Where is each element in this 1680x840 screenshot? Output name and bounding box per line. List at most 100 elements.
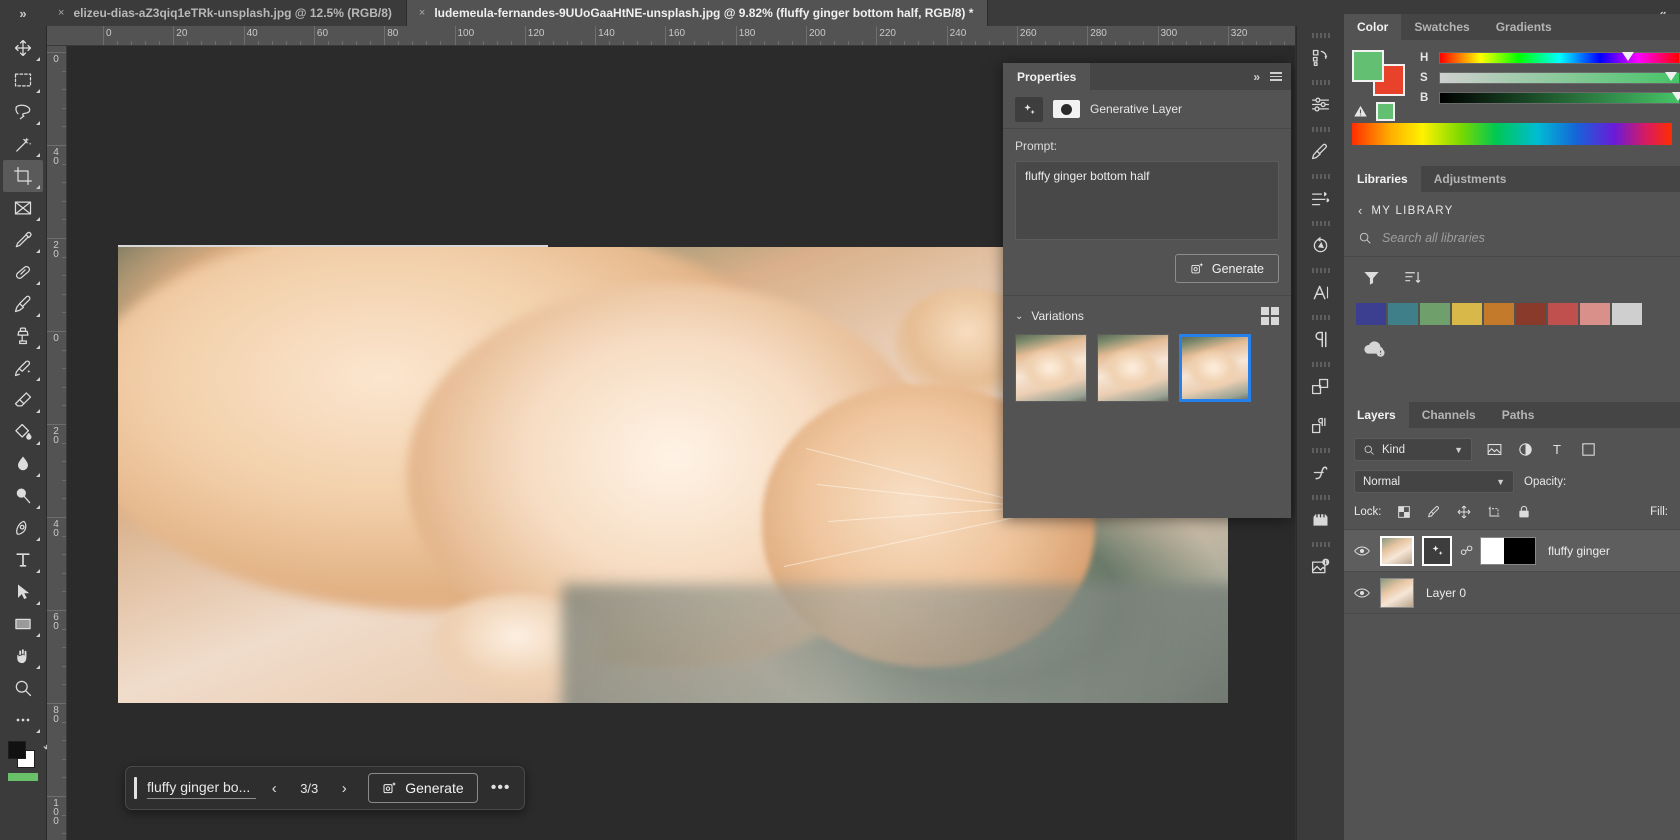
table-row[interactable]: Layer 0 — [1344, 572, 1680, 614]
close-icon[interactable]: × — [58, 7, 64, 19]
adjustment-layer-filter-icon[interactable] — [1517, 441, 1534, 458]
tab-properties[interactable]: Properties — [1003, 63, 1090, 90]
clone-stamp-tool[interactable] — [3, 320, 43, 352]
back-chevron-icon[interactable]: ‹ — [1358, 203, 1362, 218]
history-states-panel-icon[interactable] — [1301, 226, 1341, 265]
filter-icon[interactable] — [1362, 268, 1381, 287]
chevron-down-icon[interactable]: ⌄ — [1015, 311, 1023, 322]
layer-thumbnail[interactable] — [1380, 578, 1414, 608]
healing-brush-tool[interactable] — [3, 256, 43, 288]
document-tab-1[interactable]: × elizeu-dias-aZ3qiq1eTRk-unsplash.jpg @… — [46, 0, 407, 26]
in-gamut-color-swatch[interactable] — [1376, 102, 1395, 121]
prompt-textarea[interactable]: fluffy ginger bottom half — [1015, 161, 1279, 240]
pen-tool[interactable] — [3, 512, 43, 544]
collapse-panel-icon[interactable]: » — [1253, 70, 1260, 84]
contextual-taskbar[interactable]: fluffy ginger bo... ‹ 3/3 › Generate ••• — [125, 766, 525, 810]
frame-tool[interactable] — [3, 192, 43, 224]
link-mask-icon[interactable]: ☍ — [1460, 543, 1472, 559]
history-panel-icon[interactable] — [1301, 38, 1341, 77]
tab-gradients[interactable]: Gradients — [1483, 14, 1565, 40]
table-row[interactable]: ☍ fluffy ginger — [1344, 530, 1680, 572]
character-styles-panel-icon[interactable] — [1301, 367, 1341, 406]
layer-mask-thumbnail[interactable] — [1053, 100, 1080, 118]
hand-tool[interactable] — [3, 640, 43, 672]
lock-transparent-pixels-icon[interactable] — [1396, 504, 1412, 520]
next-variation-button[interactable]: › — [330, 774, 358, 802]
zoom-tool[interactable] — [3, 672, 43, 704]
saturation-slider[interactable] — [1439, 72, 1680, 84]
layer-filter-kind-select[interactable]: Kind ▼ — [1354, 438, 1472, 461]
library-search-input[interactable]: Search all libraries — [1382, 231, 1485, 245]
taskbar-more-button[interactable]: ••• — [486, 773, 516, 803]
expand-panels-left-icon[interactable]: » — [0, 0, 46, 26]
document-tab-2[interactable]: × ludemeula-fernandes-9UUoGaaHtNE-unspla… — [407, 0, 989, 26]
sort-icon[interactable] — [1403, 268, 1422, 287]
library-swatch[interactable] — [1356, 303, 1386, 325]
library-swatch[interactable] — [1580, 303, 1610, 325]
patterns-panel-icon[interactable] — [1301, 500, 1341, 539]
layer-name[interactable]: fluffy ginger — [1548, 544, 1610, 558]
variation-3[interactable] — [1179, 334, 1251, 402]
lock-image-pixels-icon[interactable] — [1426, 504, 1442, 520]
tab-libraries[interactable]: Libraries — [1344, 166, 1421, 192]
blend-mode-select[interactable]: Normal ▼ — [1354, 470, 1514, 493]
glyphs-panel-icon[interactable] — [1301, 453, 1341, 492]
taskbar-generate-button[interactable]: Generate — [368, 773, 477, 803]
brush-settings-panel-icon[interactable] — [1301, 179, 1341, 218]
character-panel-icon[interactable] — [1301, 273, 1341, 312]
quick-mask-indicator[interactable] — [8, 773, 38, 781]
foreground-color-swatch[interactable] — [8, 741, 26, 759]
close-icon[interactable]: × — [419, 7, 425, 19]
color-swatch-pair[interactable] — [1352, 50, 1408, 96]
library-swatch[interactable] — [1612, 303, 1642, 325]
variation-2[interactable] — [1097, 334, 1169, 402]
eraser-tool[interactable] — [3, 384, 43, 416]
path-selection-tool[interactable] — [3, 576, 43, 608]
lock-artboard-nesting-icon[interactable] — [1486, 504, 1502, 520]
layer-visibility-toggle[interactable] — [1352, 587, 1372, 599]
library-swatch[interactable] — [1548, 303, 1578, 325]
tab-adjustments[interactable]: Adjustments — [1421, 166, 1520, 192]
rectangle-tool[interactable] — [3, 608, 43, 640]
lock-all-icon[interactable] — [1516, 504, 1532, 520]
layer-mask-thumbnail[interactable] — [1480, 537, 1536, 565]
panel-menu-icon[interactable] — [1270, 72, 1282, 81]
gradient-tool[interactable] — [3, 416, 43, 448]
vertical-ruler[interactable]: 04020020406080100 — [47, 46, 67, 840]
variations-header[interactable]: ⌄ Variations — [1003, 296, 1291, 334]
chevron-down-icon[interactable]: ▼ — [1496, 477, 1505, 487]
type-layer-filter-icon[interactable]: T — [1548, 441, 1566, 459]
brush-tool[interactable] — [3, 288, 43, 320]
paragraph-panel-icon[interactable] — [1301, 320, 1341, 359]
library-swatch[interactable] — [1420, 303, 1450, 325]
library-breadcrumb[interactable]: ‹ MY LIBRARY — [1344, 192, 1680, 218]
shape-layer-filter-icon[interactable] — [1580, 441, 1597, 458]
color-spectrum-bar[interactable] — [1352, 123, 1672, 145]
horizontal-ruler[interactable]: 0204060801001201401601802002202402602803… — [47, 26, 1295, 46]
blur-tool[interactable] — [3, 448, 43, 480]
info-panel-icon[interactable] — [1301, 547, 1341, 586]
tab-swatches[interactable]: Swatches — [1401, 14, 1482, 40]
magic-wand-tool[interactable] — [3, 128, 43, 160]
variation-1[interactable] — [1015, 334, 1087, 402]
paragraph-styles-panel-icon[interactable] — [1301, 406, 1341, 445]
library-swatch[interactable] — [1516, 303, 1546, 325]
library-search-row[interactable]: Search all libraries — [1344, 218, 1680, 257]
library-swatch[interactable] — [1484, 303, 1514, 325]
eyedropper-tool[interactable] — [3, 224, 43, 256]
dodge-tool[interactable] — [3, 480, 43, 512]
pixel-layer-filter-icon[interactable] — [1486, 441, 1503, 458]
taskbar-prompt-input[interactable]: fluffy ginger bo... — [147, 777, 256, 799]
gamut-warning-icon[interactable] — [1352, 104, 1369, 119]
properties-generate-button[interactable]: Generate — [1175, 254, 1279, 283]
tab-channels[interactable]: Channels — [1409, 402, 1489, 428]
lasso-tool[interactable] — [3, 96, 43, 128]
brightness-slider[interactable] — [1439, 92, 1680, 104]
properties-panel-icon[interactable] — [1301, 85, 1341, 124]
previous-variation-button[interactable]: ‹ — [260, 774, 288, 802]
foreground-color-swatch[interactable] — [1352, 50, 1384, 82]
tab-paths[interactable]: Paths — [1489, 402, 1548, 428]
history-brush-tool[interactable] — [3, 352, 43, 384]
type-tool[interactable] — [3, 544, 43, 576]
chevron-down-icon[interactable]: ▼ — [1454, 445, 1463, 455]
